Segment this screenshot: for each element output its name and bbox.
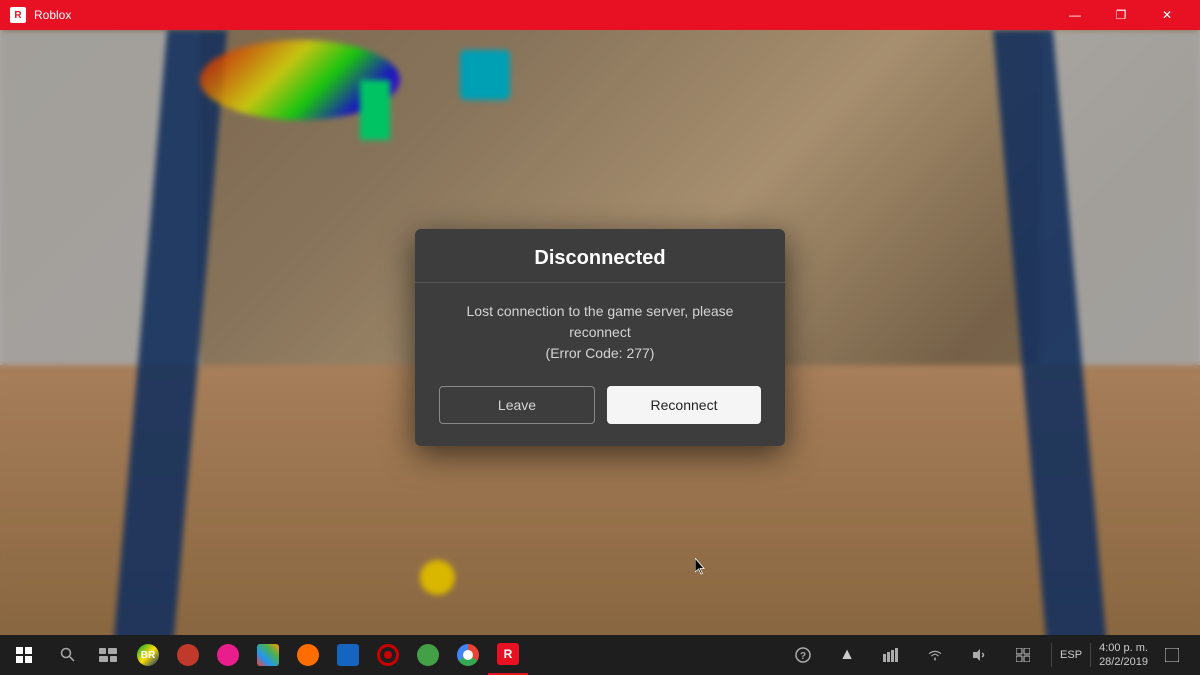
window-controls: — ❐ ✕ — [1052, 0, 1190, 30]
window-title: Roblox — [34, 8, 1052, 22]
minimize-button[interactable]: — — [1052, 0, 1098, 30]
app-icon-orange[interactable] — [288, 635, 328, 675]
app-icon-blue[interactable] — [328, 635, 368, 675]
taskbar-left: BR R — [0, 635, 783, 675]
dialog-title-area: Disconnected — [415, 229, 785, 283]
windows-logo-icon — [16, 647, 32, 663]
app-icon-green[interactable] — [408, 635, 448, 675]
title-bar: R Roblox — ❐ ✕ — [0, 0, 1200, 30]
close-button[interactable]: ✕ — [1144, 0, 1190, 30]
reconnect-button[interactable]: Reconnect — [607, 386, 761, 424]
app-icon-red[interactable] — [168, 635, 208, 675]
taskbar-separator — [1051, 643, 1052, 667]
dialog-title: Disconnected — [534, 247, 665, 269]
brazil-flag-icon[interactable]: BR — [128, 635, 168, 675]
app-icon-paint[interactable] — [248, 635, 288, 675]
taskview-icon[interactable] — [88, 635, 128, 675]
dialog-body: Lost connection to the game server, plea… — [415, 283, 785, 382]
language-indicator[interactable]: ESP — [1060, 649, 1082, 661]
question-icon: ? — [795, 647, 811, 663]
taskbar-right: ? ▲ — [783, 635, 1200, 675]
time-display: 4:00 p. m. — [1099, 641, 1148, 655]
notification-icon[interactable] — [1152, 635, 1192, 675]
dialog-overlay: Disconnected Lost connection to the game… — [0, 30, 1200, 645]
roblox-taskbar-icon[interactable]: R — [488, 635, 528, 675]
disconnected-dialog: Disconnected Lost connection to the game… — [415, 229, 785, 446]
search-icon — [60, 647, 76, 663]
taskbar-separator-2 — [1090, 643, 1091, 667]
maximize-button[interactable]: ❐ — [1098, 0, 1144, 30]
taskbar: BR R — [0, 635, 1200, 675]
svg-text:?: ? — [800, 651, 806, 662]
date-display: 28/2/2019 — [1099, 655, 1148, 669]
app-icon-pink[interactable] — [208, 635, 248, 675]
search-taskbar-icon[interactable] — [48, 635, 88, 675]
dialog-buttons: Leave Reconnect — [415, 382, 785, 446]
taskbar-clock[interactable]: 4:00 p. m. 28/2/2019 — [1099, 641, 1148, 670]
wifi-icon[interactable] — [915, 635, 955, 675]
dialog-message: Lost connection to the game server, plea… — [439, 301, 761, 364]
task-view-icon — [99, 648, 117, 662]
chrome-icon[interactable] — [448, 635, 488, 675]
network-icon[interactable] — [871, 635, 911, 675]
help-icon[interactable]: ? — [783, 635, 823, 675]
start-button[interactable] — [0, 635, 48, 675]
action-center-icon[interactable] — [1003, 635, 1043, 675]
chevron-up-icon[interactable]: ▲ — [827, 635, 867, 675]
leave-button[interactable]: Leave — [439, 386, 595, 424]
volume-icon[interactable] — [959, 635, 999, 675]
app-icon-target[interactable] — [368, 635, 408, 675]
app-icon: R — [10, 7, 26, 23]
